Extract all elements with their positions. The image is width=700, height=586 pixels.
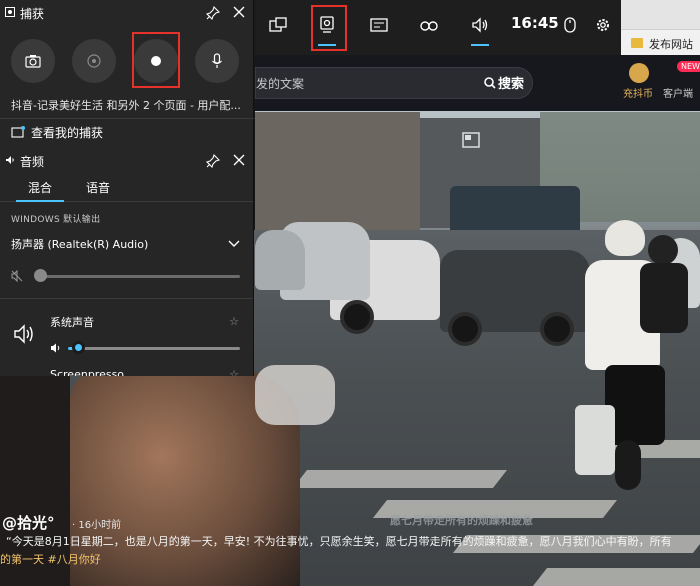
video-car-wheel [448,312,482,346]
douyin-coin-icon[interactable] [629,63,649,83]
search-input[interactable]: 发的文案 搜索 [255,67,533,99]
output-label: WINDOWS 默认输出 [11,215,101,225]
video-subtitle: 愿七月带走所有的烦躁和疲惫 [390,514,533,527]
video-rider-2 [640,235,690,405]
video-car-far [255,230,305,290]
clock: 16:45 [511,14,559,32]
audio-widget-button[interactable] [463,8,497,46]
active-indicator [471,44,489,46]
video-car-wheel [540,312,574,346]
microphone-button[interactable] [195,39,239,83]
muted-speaker-icon[interactable] [11,270,23,282]
microphone-icon [212,53,222,68]
settings-button[interactable] [586,8,620,42]
volume-small-icon[interactable] [50,343,62,353]
search-icon [484,77,496,89]
xbox-social-button[interactable] [412,8,446,42]
tab-mix[interactable]: 混合 [28,179,52,196]
divider [0,118,254,119]
audio-tabs: 混合 语音 [0,176,253,202]
divider [0,298,253,299]
capture-highlight-box [311,5,347,51]
system-sound-volume-thumb[interactable] [72,341,85,354]
search-input-text: 发的文案 [256,77,305,91]
app-name-system-sound: 系统声音 [50,316,94,329]
pin-icon[interactable] [206,6,220,20]
mouse-icon [564,17,576,33]
new-badge: NEW [677,61,700,72]
app-name-screenpresso: Screenpresso [50,368,125,376]
capture-title-icon [5,7,15,17]
record-last-icon [87,54,101,68]
system-sound-volume-track[interactable] [78,347,240,350]
video-crosswalk-stripe [532,568,700,586]
capture-widget: 捕获 抖音-记录美好生活 和另外 2 个页面 - 用户配... 查看我的捕获 [0,0,254,148]
pin-icon[interactable] [206,154,220,168]
audio-icon [472,17,488,33]
settings-icon [597,19,609,31]
close-icon[interactable] [232,5,246,19]
bookmark-folder[interactable]: 发布网站 [649,36,693,52]
video-foreground-bag [255,365,335,425]
star-icon[interactable]: ☆ [229,368,239,376]
gallery-icon [11,126,25,138]
browser-tab-area [621,0,700,30]
performance-icon [370,18,388,32]
capture-title: 捕获 [20,7,45,21]
coin-label[interactable]: 充抖币 [623,85,653,100]
xbox-social-icon [420,21,438,31]
screenshot-button[interactable] [11,39,55,83]
camera-icon [25,55,41,68]
master-volume-track[interactable] [38,275,240,278]
master-volume-thumb[interactable] [34,269,47,282]
video-hashtags[interactable]: 的第一天 #八月你好 [0,551,101,567]
video-car-wheel [340,300,374,334]
fullscreen-icon[interactable] [462,132,480,148]
video-time-ago: · 16小时前 [72,520,122,531]
audio-header: 音频 [0,148,253,174]
chevron-down-icon[interactable] [228,238,240,248]
game-bar: 16:45 [255,0,621,55]
tab-voice[interactable]: 语音 [86,179,110,196]
site-header: 发的文案 搜索 充抖币 NEW 客户端 [255,55,700,111]
audio-title: 音频 [20,155,45,169]
video-building-left [255,112,420,237]
video-crosswalk-stripe [292,470,508,488]
widget-menu-button[interactable] [261,8,295,42]
tab-active-indicator [16,200,64,202]
folder-icon [631,38,643,48]
star-icon[interactable]: ☆ [229,315,239,328]
system-sound-icon [14,324,33,344]
close-icon[interactable] [232,153,246,167]
video-author[interactable]: @拾光° [2,512,55,533]
search-button-label: 搜索 [497,77,524,92]
widget-menu-icon [269,17,287,32]
view-captures-link[interactable]: 查看我的捕获 [31,124,103,141]
browser-bookmark-bar: 发布网站 [621,0,700,55]
speaker-icon [6,156,14,164]
client-label[interactable]: 客户端 [663,85,693,100]
record-last-30s-button[interactable] [72,39,116,83]
performance-widget-button[interactable] [362,8,396,42]
audio-widget: 音频 混合 语音 WINDOWS 默认输出 扬声器 (Realtek(R) Au… [0,148,254,376]
mouse-button[interactable] [553,8,587,42]
output-device-select[interactable]: 扬声器 (Realtek(R) Audio) [11,236,148,252]
capture-header: 捕获 [0,0,254,26]
record-highlight-box [132,32,180,88]
search-button[interactable]: 搜索 [484,73,524,92]
video-bus [450,186,580,236]
capture-source-text: 抖音-记录美好生活 和另外 2 个页面 - 用户配... [11,99,241,112]
video-description: “今天是8月1日星期二，也是八月的第一天，早安! 不为往事忧，只愿余生笑，愿七月… [6,535,672,548]
